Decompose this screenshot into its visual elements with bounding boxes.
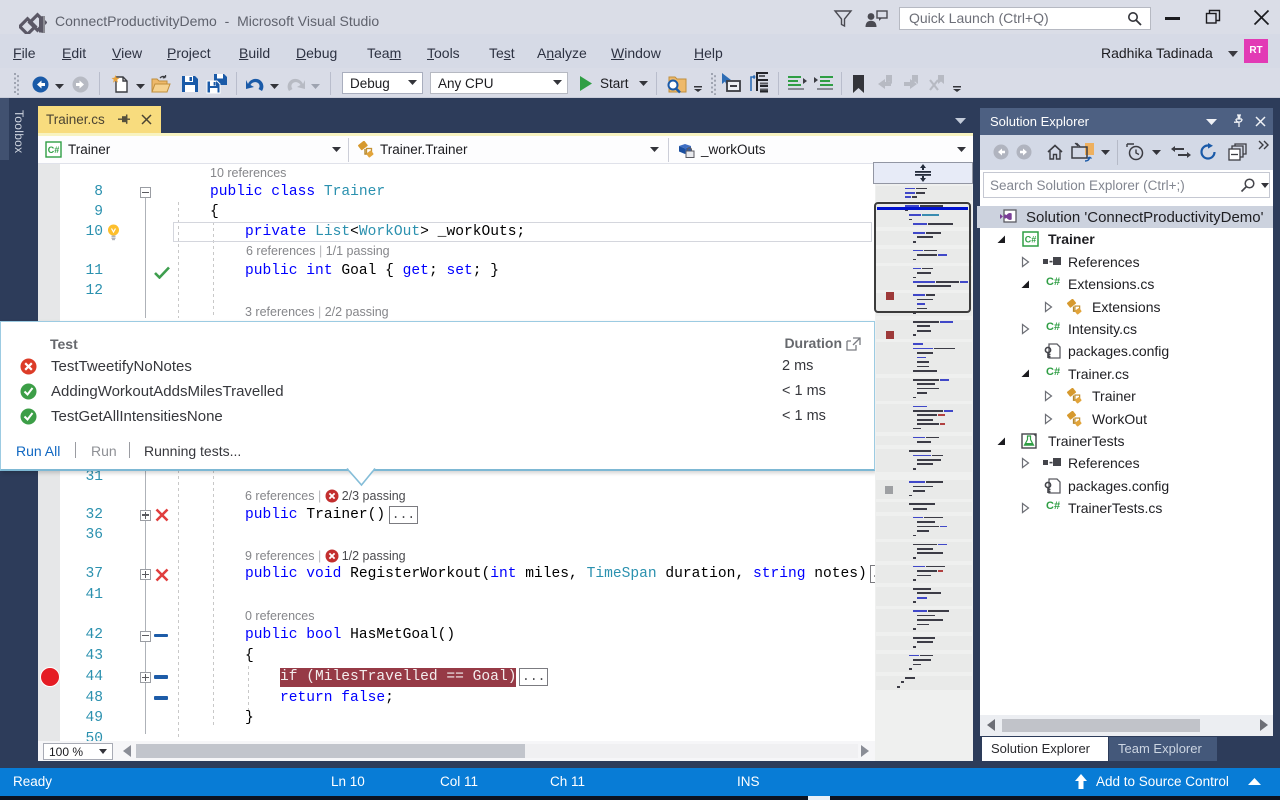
- svg-text:C#: C#: [48, 145, 60, 155]
- svg-text:C#: C#: [1025, 235, 1037, 245]
